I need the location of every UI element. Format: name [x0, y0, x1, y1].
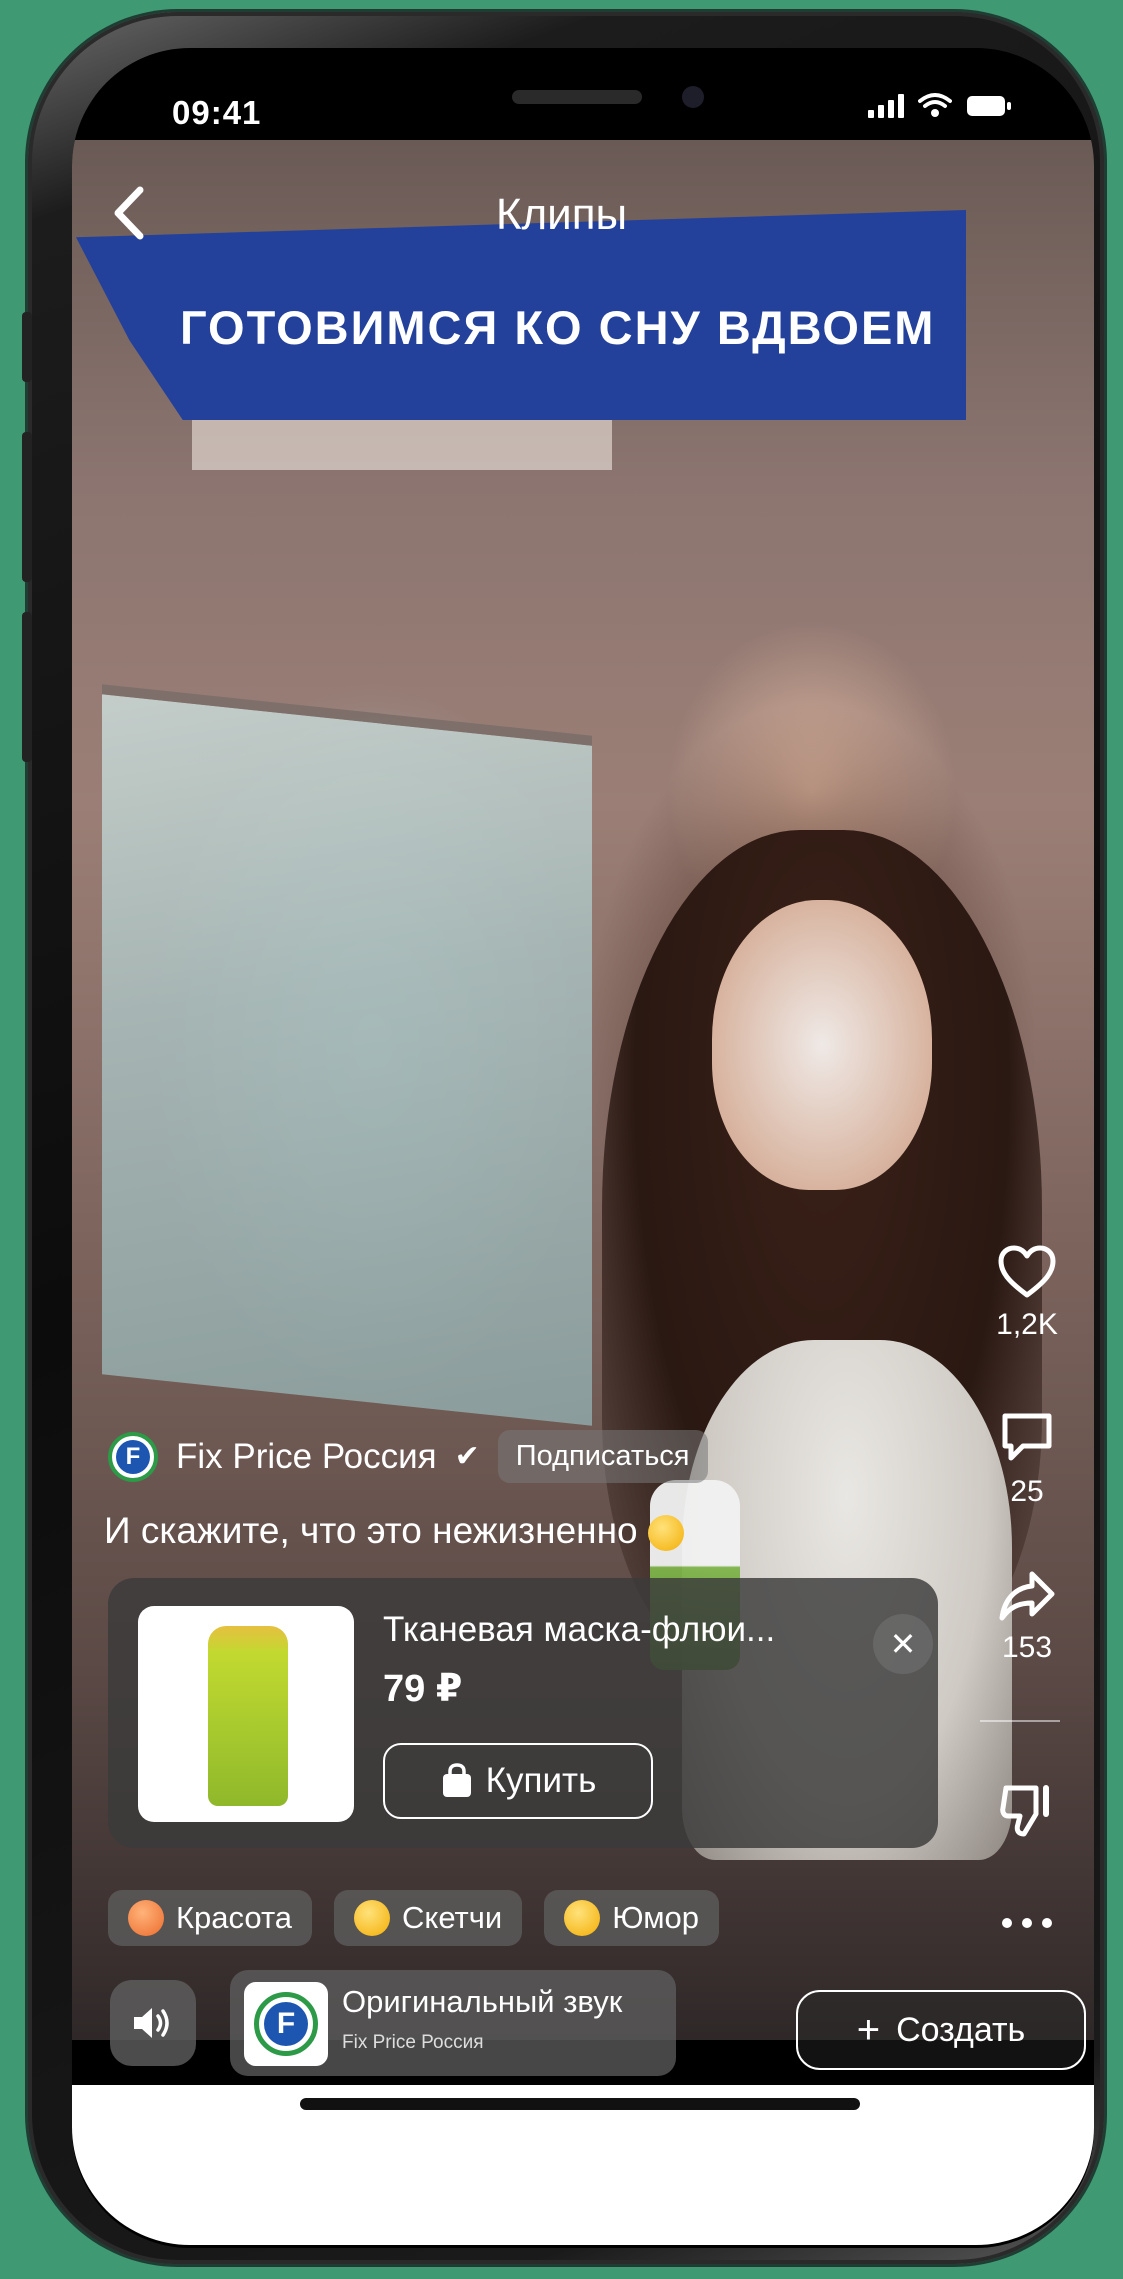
- speaker-icon: [134, 2008, 169, 2038]
- shopping-bag-icon: [442, 1763, 471, 1797]
- home-indicator[interactable]: [300, 2098, 860, 2110]
- sound-toggle-button[interactable]: [110, 1980, 196, 2066]
- create-button[interactable]: + Создать: [796, 1990, 1086, 2070]
- subscribe-button[interactable]: Подписаться: [497, 1430, 708, 1483]
- dislike-icon: [1000, 1785, 1049, 1837]
- video-person-face: [712, 900, 932, 1190]
- video-background-mirror: [102, 684, 592, 1426]
- promo-banner-text: ГОТОВИМСЯ КО СНУ ВДВОЕМ: [180, 301, 936, 354]
- laugh-emoji-icon: [564, 1900, 601, 1936]
- more-button[interactable]: [972, 1915, 1082, 1936]
- buy-button-label: Купить: [485, 1761, 597, 1800]
- sound-title: Оригинальный звук: [342, 1984, 623, 2019]
- tag-list: Красота Скетчи Юмор: [108, 1890, 719, 1946]
- tag-beauty[interactable]: Красота: [108, 1890, 313, 1946]
- heart-icon: [998, 1245, 1056, 1298]
- product-image[interactable]: [138, 1606, 354, 1822]
- share-count: 153: [1001, 1631, 1053, 1664]
- fixprice-logo: F: [254, 1992, 318, 2056]
- more-dots-icon: [1002, 1918, 1052, 1928]
- tag-label: Скетчи: [402, 1900, 503, 1935]
- volume-up-button: [22, 432, 32, 582]
- original-sound-card[interactable]: F Оригинальный звук Fix Price Россия: [230, 1970, 676, 2076]
- video-caption: И скажите, что это нежизненно: [104, 1510, 684, 1552]
- dislike-button[interactable]: [972, 1780, 1082, 1845]
- caption-text: И скажите, что это нежизненно: [104, 1510, 638, 1551]
- speaker-grille: [512, 90, 642, 104]
- front-camera: [682, 86, 704, 108]
- fixprice-logo-letter: F: [116, 1439, 150, 1474]
- product-card[interactable]: Тканевая маска-флюи... 79 ₽ Купить ✕: [108, 1578, 938, 1848]
- product-package-icon: [208, 1626, 288, 1806]
- status-icons: [868, 92, 1012, 118]
- action-rail-divider: [980, 1720, 1060, 1722]
- page-title: Клипы: [495, 190, 628, 239]
- create-button-label: Создать: [896, 2010, 1026, 2049]
- close-icon: ✕: [889, 1626, 917, 1662]
- fixprice-logo-letter: F: [264, 2002, 308, 2046]
- tag-sketches[interactable]: Скетчи: [334, 1890, 523, 1946]
- grin-emoji-icon: [354, 1900, 391, 1936]
- verified-icon: ✔: [454, 1440, 480, 1473]
- comment-button[interactable]: 25: [972, 1410, 1082, 1509]
- share-icon: [999, 1571, 1055, 1621]
- buy-button[interactable]: Купить: [383, 1743, 653, 1819]
- grin-emoji-icon: [647, 1515, 684, 1552]
- sound-author: Fix Price Россия: [342, 2032, 484, 2053]
- sound-avatar: F: [244, 1982, 328, 2066]
- like-count: 1,2K: [996, 1308, 1058, 1341]
- cellular-signal-icon: [868, 92, 904, 118]
- battery-icon: [967, 96, 1011, 116]
- tag-label: Юмор: [612, 1900, 699, 1935]
- share-button[interactable]: 153: [972, 1570, 1082, 1665]
- tag-humor[interactable]: Юмор: [544, 1890, 719, 1946]
- author-name[interactable]: Fix Price Россия: [176, 1437, 437, 1477]
- mute-switch: [22, 312, 32, 382]
- tag-label: Красота: [176, 1900, 293, 1935]
- author-row: F Fix Price Россия ✔ Подписаться: [108, 1430, 708, 1483]
- heart-eyes-emoji-icon: [128, 1900, 164, 1936]
- comment-icon: [1002, 1413, 1052, 1461]
- plus-icon: +: [856, 2007, 881, 2052]
- like-button[interactable]: 1,2K: [972, 1245, 1082, 1342]
- status-time: 09:41: [172, 94, 262, 131]
- product-name[interactable]: Тканевая маска-флюи...: [383, 1610, 775, 1650]
- status-bar: 09:41: [72, 48, 1094, 158]
- comment-count: 25: [1010, 1475, 1044, 1508]
- author-avatar[interactable]: F: [108, 1431, 158, 1482]
- close-product-button[interactable]: ✕: [873, 1614, 933, 1674]
- product-price: 79 ₽: [383, 1668, 463, 1710]
- volume-down-button: [22, 612, 32, 762]
- wifi-icon: [918, 93, 952, 117]
